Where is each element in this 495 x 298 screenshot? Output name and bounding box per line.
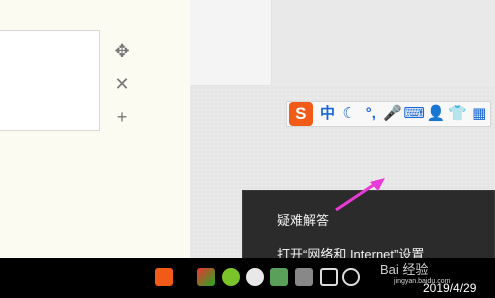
add-icon[interactable]: +	[111, 106, 133, 128]
move-icon[interactable]: ✥	[111, 40, 133, 62]
keyboard-icon[interactable]: ⌨	[403, 103, 425, 125]
microphone-icon[interactable]: 🎤	[382, 103, 404, 125]
device-tray-icon[interactable]	[270, 268, 288, 286]
green-tray-icon[interactable]	[222, 268, 240, 286]
taskbar-date[interactable]: 2019/4/29	[423, 281, 476, 295]
sogou-logo-icon[interactable]: S	[289, 102, 313, 126]
shield-tray-icon[interactable]	[246, 268, 264, 286]
app-tray-icon[interactable]	[197, 268, 215, 286]
side-toolbar: ✥ ✕ +	[111, 40, 133, 139]
ime-toolbar: S 中 ☾ °, 🎤 ⌨ 👤 👕 ▦	[286, 101, 491, 127]
network-icon[interactable]	[320, 268, 338, 286]
close-icon[interactable]: ✕	[111, 73, 133, 95]
annotation-arrow	[335, 178, 385, 212]
menu-item-troubleshoot[interactable]: 疑难解答	[277, 210, 329, 229]
volume-icon[interactable]	[342, 268, 360, 286]
user-icon[interactable]: 👤	[425, 103, 447, 125]
halfwidth-icon[interactable]: ☾	[338, 103, 360, 125]
punctuation-icon[interactable]: °,	[360, 103, 382, 125]
chinese-mode-icon[interactable]: 中	[317, 103, 339, 125]
sogou-tray-icon[interactable]	[155, 268, 173, 286]
editor-area: ✥ ✕ +	[0, 0, 190, 258]
content-box	[0, 30, 100, 131]
side-panel	[190, 0, 272, 86]
skin-icon[interactable]: 👕	[447, 103, 469, 125]
toolbox-icon[interactable]: ▦	[468, 103, 490, 125]
taskbar: Bai 经验 jingyan.baidu.com 2019/4/29	[0, 258, 495, 298]
tray-icon-2[interactable]	[295, 268, 313, 286]
